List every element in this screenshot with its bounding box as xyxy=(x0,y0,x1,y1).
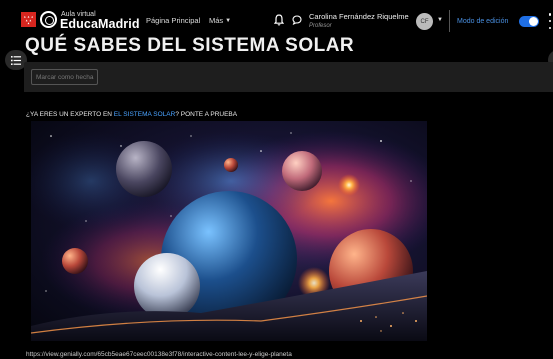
nav-home-link[interactable]: Página Principal xyxy=(146,17,200,25)
kebab-icon[interactable] xyxy=(547,13,553,29)
edit-mode-label: Modo de edición xyxy=(457,18,509,25)
bell-icon[interactable] xyxy=(274,14,284,26)
educamadrid-logo-icon[interactable] xyxy=(40,11,57,28)
user-role: Profesor xyxy=(309,23,332,29)
top-navbar: Aula virtual EducaMadrid Página Principa… xyxy=(0,0,553,38)
solar-system-link[interactable]: EL SISTEMA SOLAR xyxy=(114,111,176,118)
user-name[interactable]: Carolina Fernández Riquelme xyxy=(309,13,409,21)
brand-name[interactable]: EducaMadrid xyxy=(60,18,140,31)
genially-url-link[interactable]: https://view.genially.com/65cb5eae67ceec… xyxy=(26,351,292,359)
mark-as-done-button[interactable]: Marcar como hecha xyxy=(31,69,99,85)
avatar[interactable]: CF xyxy=(416,13,433,30)
navbar-divider xyxy=(449,10,450,32)
page-title: QUÉ SABES DEL SISTEMA SOLAR xyxy=(25,35,355,56)
chevron-down-icon: ▼ xyxy=(225,18,232,24)
user-menu-chevron-icon[interactable]: ▼ xyxy=(437,17,443,23)
solar-system-image xyxy=(31,121,427,341)
nav-more-menu[interactable]: Más ▼ xyxy=(209,17,231,25)
nav-more-label: Más xyxy=(209,16,224,25)
activity-completion-bar: Marcar como hecha xyxy=(24,62,553,92)
chat-icon[interactable] xyxy=(292,15,302,25)
intro-text-start: ¿YA ERES UN EXPERTO EN xyxy=(26,111,114,118)
comunidad-madrid-logo[interactable] xyxy=(21,12,36,27)
edit-mode-toggle[interactable] xyxy=(519,16,539,27)
menu-icon xyxy=(11,55,21,65)
intro-text: ¿YA ERES UN EXPERTO EN EL SISTEMA SOLAR?… xyxy=(26,111,238,119)
intro-text-end: ? PONTE A PRUEBA xyxy=(175,111,238,118)
